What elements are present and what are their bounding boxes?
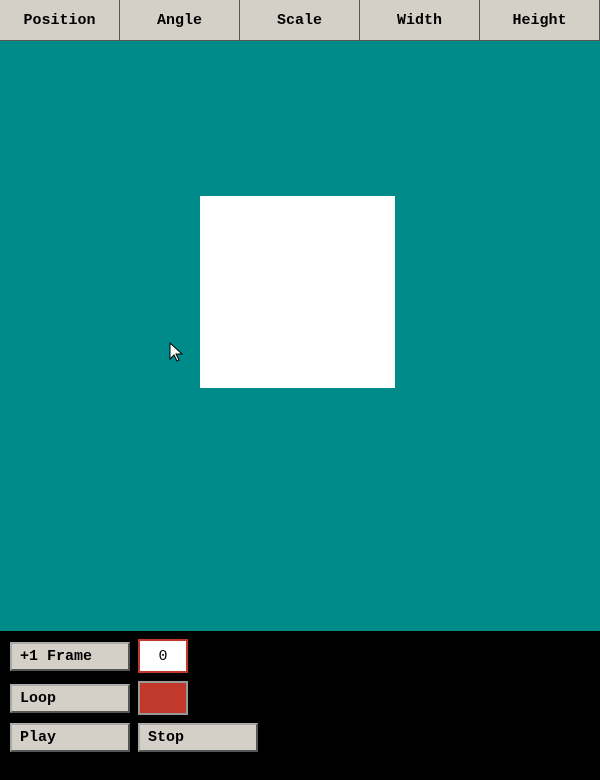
controls-panel: +1 Frame Loop Play Stop [0,631,600,780]
tab-bar: Position Angle Scale Width Height [0,0,600,41]
frame-button[interactable]: +1 Frame [10,642,130,671]
playback-row: Play Stop [10,723,590,752]
loop-button[interactable]: Loop [10,684,130,713]
tab-width[interactable]: Width [360,0,480,40]
play-button[interactable]: Play [10,723,130,752]
canvas-object[interactable] [200,196,395,388]
stop-button[interactable]: Stop [138,723,258,752]
tab-position[interactable]: Position [0,0,120,40]
canvas-area [0,41,600,631]
tab-height[interactable]: Height [480,0,600,40]
color-swatch[interactable] [138,681,188,715]
tab-angle[interactable]: Angle [120,0,240,40]
loop-row: Loop [10,681,590,715]
frame-row: +1 Frame [10,639,590,673]
frame-input[interactable] [138,639,188,673]
tab-scale[interactable]: Scale [240,0,360,40]
